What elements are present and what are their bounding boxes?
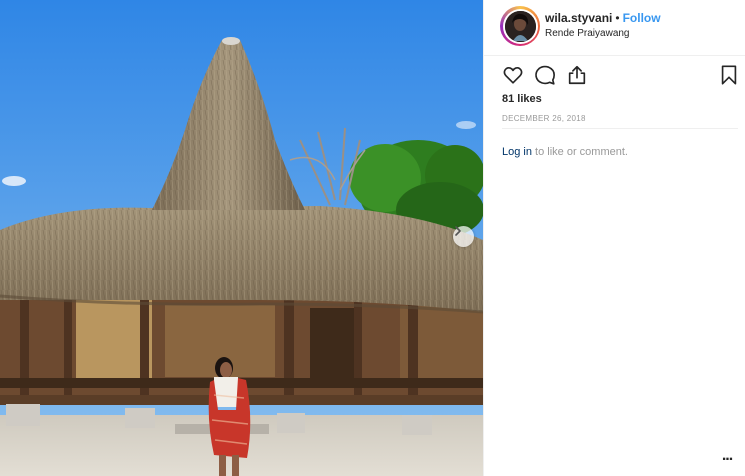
avatar[interactable] <box>500 6 540 46</box>
likes-count[interactable]: 81 likes <box>502 93 542 105</box>
location-link[interactable]: Rende Praiyawang <box>545 28 630 39</box>
post-header: wila.styvani • Follow Rende Praiyawang <box>484 0 745 56</box>
post-photo[interactable] <box>0 0 483 476</box>
follow-button[interactable]: Follow <box>623 11 661 25</box>
action-bar <box>484 62 745 90</box>
post-date[interactable]: DECEMBER 26, 2018 <box>502 114 586 123</box>
login-prompt: Log in to like or comment. <box>502 146 628 158</box>
share-icon <box>568 65 586 85</box>
chevron-right-icon <box>455 226 461 236</box>
photo-scene <box>0 0 483 476</box>
like-button[interactable] <box>500 62 526 88</box>
post-info-panel: wila.styvani • Follow Rende Praiyawang 8… <box>483 0 745 476</box>
separator-dot: • <box>615 11 620 25</box>
comment-icon <box>535 65 555 85</box>
heart-icon <box>503 66 523 84</box>
login-prompt-text: to like or comment. <box>531 146 628 158</box>
more-options-button[interactable]: ... <box>717 447 737 464</box>
username-link[interactable]: wila.styvani <box>545 11 612 25</box>
bookmark-icon <box>721 65 737 85</box>
login-link[interactable]: Log in <box>502 146 532 158</box>
avatar-image <box>504 10 536 42</box>
save-button[interactable] <box>716 62 742 88</box>
next-photo-button[interactable] <box>453 226 474 247</box>
divider <box>502 128 738 129</box>
comment-button[interactable] <box>532 62 558 88</box>
thatch-roof <box>0 206 483 314</box>
share-button[interactable] <box>564 62 590 88</box>
header-title-line: wila.styvani • Follow <box>545 11 661 25</box>
